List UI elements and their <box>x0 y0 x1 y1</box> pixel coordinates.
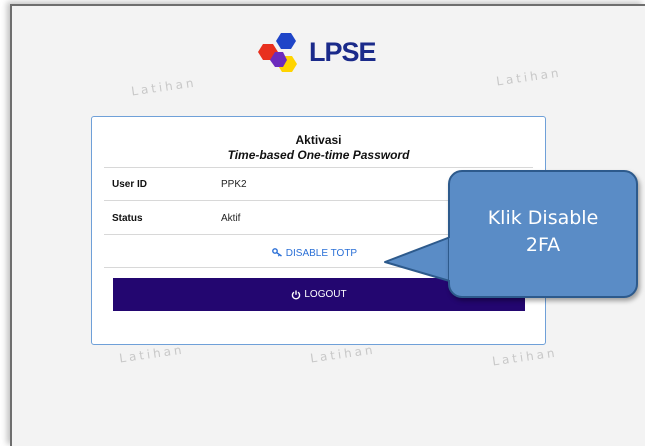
callout-line-1: Klik Disable <box>487 207 599 229</box>
callout-seam <box>449 238 457 280</box>
callout-line-2: 2FA <box>525 234 561 256</box>
instruction-callout: Klik Disable 2FA <box>448 170 638 298</box>
